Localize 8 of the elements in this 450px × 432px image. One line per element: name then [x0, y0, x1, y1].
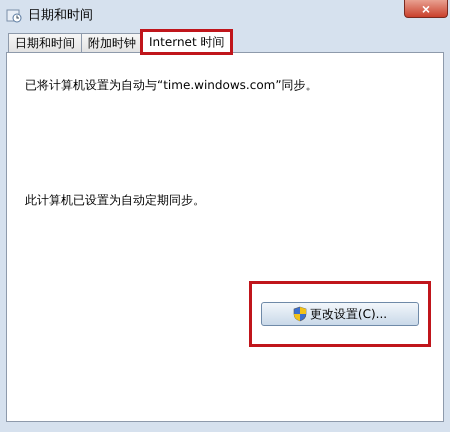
tab[interactable]: 日期和时间	[8, 33, 82, 52]
tab[interactable]: Internet 时间	[142, 31, 232, 53]
sync-message: 此计算机已设置为自动定期同步。	[25, 192, 206, 209]
clock-icon	[6, 7, 22, 23]
window-title: 日期和时间	[28, 7, 93, 24]
tab[interactable]: 附加时钟	[81, 33, 143, 52]
sync-message: 已将计算机设置为自动与“time.windows.com”同步。	[25, 77, 319, 94]
change-settings-button[interactable]: 更改设置(C)...	[261, 302, 419, 326]
